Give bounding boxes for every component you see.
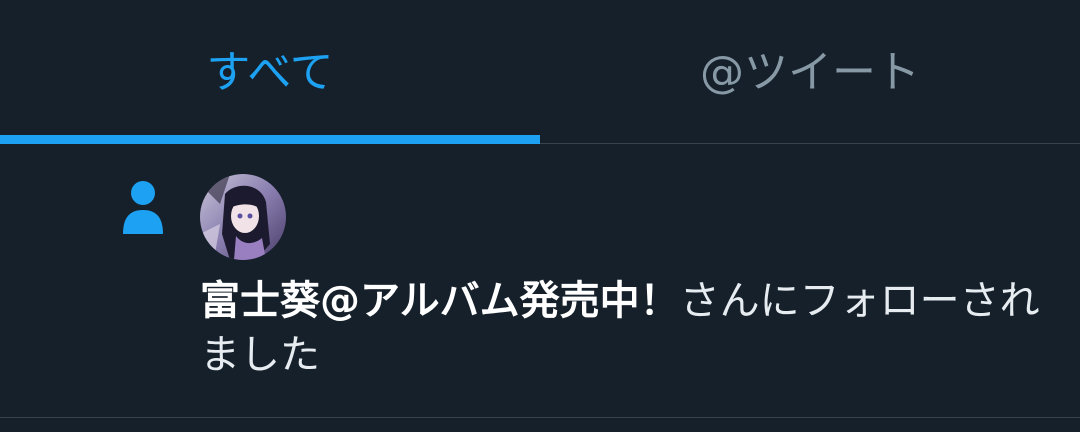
tab-mentions-label: @ツイート (700, 46, 920, 98)
tab-all-label: すべて (206, 46, 334, 98)
user-avatar[interactable] (200, 174, 286, 260)
tab-all[interactable]: すべて (0, 0, 540, 144)
notification-message: 富士葵@アルバム発売中！さんにフォローされました (200, 274, 1050, 382)
person-icon (123, 181, 163, 234)
tab-mentions[interactable]: @ツイート (540, 0, 1080, 143)
notification-tabs: すべて @ツイート (0, 0, 1080, 144)
user-name-link[interactable]: 富士葵@アルバム発売中！ (200, 278, 680, 324)
notifications-page: すべて @ツイート 富士葵@アルバム発売中！さんにフォローされました (0, 0, 1080, 432)
active-tab-indicator (0, 135, 540, 144)
avatar-image (200, 174, 286, 260)
follow-notification[interactable]: 富士葵@アルバム発売中！さんにフォローされました (0, 144, 1080, 418)
